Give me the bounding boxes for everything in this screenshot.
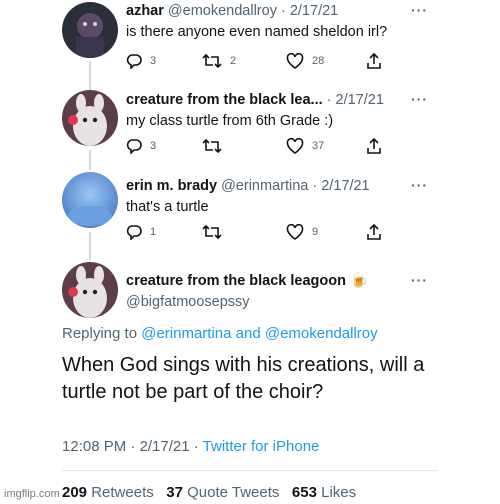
tweet-timestamp: 12:08 PM · 2/17/21 · Twitter for iPhone — [62, 438, 319, 455]
retweets-stat[interactable]: 209 Retweets — [62, 484, 154, 501]
reply-button[interactable]: 3 — [126, 53, 156, 69]
more-options-icon[interactable]: ··· — [411, 177, 428, 193]
handle[interactable]: @emokendallroy — [168, 3, 277, 19]
tweet-actions: 3 2 28 — [126, 53, 386, 73]
like-count: 28 — [312, 55, 325, 67]
reply-icon — [126, 225, 142, 240]
thread-connector — [89, 232, 91, 260]
tweet-header: creature from the black lea... · 2/17/21 — [126, 91, 430, 109]
retweet-button[interactable] — [202, 138, 230, 154]
likes-stat[interactable]: 653 Likes — [292, 484, 356, 501]
main-tweet-text: When God sings with his creations, will … — [62, 354, 425, 403]
like-count: 37 — [312, 140, 325, 152]
tweet-actions: 3 37 — [126, 138, 386, 158]
heart-icon — [286, 224, 304, 240]
display-name[interactable]: erin m. brady — [126, 178, 217, 194]
share-icon — [367, 138, 381, 154]
thread-connector — [89, 150, 91, 170]
tweet-text: my class turtle from 6th Grade :) — [126, 113, 334, 129]
reply-button[interactable]: 1 — [126, 224, 156, 240]
more-options-icon[interactable]: ··· — [411, 272, 428, 288]
retweet-icon — [202, 224, 222, 240]
tweet-text: is there anyone even named sheldon irl? — [126, 24, 388, 40]
tweet-date[interactable]: · 2/17/21 — [327, 92, 384, 108]
avatar-erin[interactable] — [62, 172, 118, 228]
tweet-header: azhar @emokendallroy · 2/17/21 — [126, 2, 430, 20]
reply-icon — [126, 54, 142, 69]
replying-user-link[interactable]: @erinmartina — [141, 325, 231, 342]
tweet-text: that's a turtle — [126, 199, 209, 215]
like-button[interactable]: 37 — [286, 138, 324, 154]
handle[interactable]: @bigfatmoosepssy — [126, 294, 250, 310]
more-options-icon[interactable]: ··· — [411, 91, 428, 107]
retweet-icon — [202, 138, 222, 154]
quote-tweets-stat[interactable]: 37 Quote Tweets — [166, 484, 279, 501]
like-count: 9 — [312, 226, 319, 238]
heart-icon — [286, 138, 304, 154]
reply-icon — [126, 139, 142, 154]
share-button[interactable] — [366, 138, 382, 154]
replying-and: and — [235, 325, 261, 342]
divider — [62, 470, 438, 471]
replying-user-link[interactable]: @emokendallroy — [265, 325, 378, 342]
main-tweet-header: creature from the black leagoon 🍺 — [126, 272, 430, 290]
display-name[interactable]: azhar — [126, 3, 164, 19]
share-button[interactable] — [366, 224, 382, 240]
retweet-button[interactable] — [202, 224, 230, 240]
more-options-icon[interactable]: ··· — [411, 2, 428, 18]
tweet-time[interactable]: 12:08 PM · 2/17/21 · — [62, 438, 199, 455]
tweet-date[interactable]: · 2/17/21 — [312, 178, 369, 194]
tweet-thread: azhar @emokendallroy · 2/17/21 ··· is th… — [0, 0, 500, 504]
like-button[interactable]: 28 — [286, 53, 324, 69]
replying-prefix: Replying to — [62, 325, 138, 342]
display-name[interactable]: creature from the black lea... — [126, 92, 323, 108]
share-icon — [367, 53, 381, 69]
watermark: imgflip.com — [4, 488, 60, 500]
display-name[interactable]: creature from the black leagoon — [126, 273, 346, 289]
reply-count: 1 — [150, 226, 157, 238]
beer-emoji: 🍺 — [350, 273, 369, 289]
retweet-count: 2 — [230, 55, 237, 67]
reply-count: 3 — [150, 55, 157, 67]
share-icon — [367, 224, 381, 240]
tweet-header: erin m. brady @erinmartina · 2/17/21 — [126, 177, 430, 195]
like-button[interactable]: 9 — [286, 224, 318, 240]
reply-count: 3 — [150, 140, 157, 152]
heart-icon — [286, 53, 304, 69]
tweet-actions: 1 9 — [126, 224, 386, 244]
reply-button[interactable]: 3 — [126, 138, 156, 154]
tweet-source[interactable]: Twitter for iPhone — [203, 438, 320, 455]
retweet-icon — [202, 53, 222, 69]
avatar-creature-main[interactable] — [62, 262, 118, 318]
avatar-creature[interactable] — [62, 90, 118, 146]
tweet-stats: 209 Retweets 37 Quote Tweets 653 Likes — [62, 484, 356, 501]
replying-to: Replying to @erinmartina and @emokendall… — [62, 325, 378, 342]
avatar-azhar[interactable] — [62, 2, 118, 58]
thread-connector — [89, 62, 91, 90]
handle[interactable]: @erinmartina — [221, 178, 308, 194]
tweet-date[interactable]: · 2/17/21 — [281, 3, 338, 19]
share-button[interactable] — [366, 53, 382, 69]
retweet-button[interactable]: 2 — [202, 53, 236, 69]
